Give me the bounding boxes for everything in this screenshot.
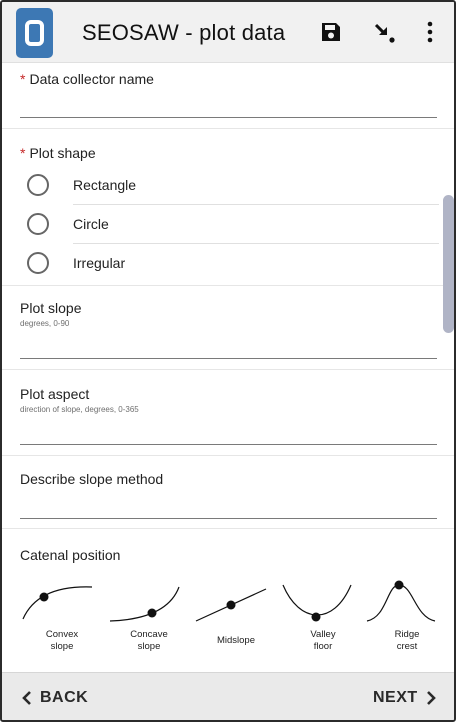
app-bar: SEOSAW - plot data bbox=[2, 2, 454, 63]
question-label: Plot slope bbox=[20, 300, 82, 316]
midslope-icon bbox=[195, 588, 267, 622]
catenal-option-ridge-crest[interactable]: Ridge crest bbox=[365, 579, 449, 655]
question-hint: direction of slope, degrees, 0-365 bbox=[20, 405, 139, 414]
question-slope-method: Describe slope method bbox=[2, 456, 454, 529]
jump-to-button[interactable] bbox=[368, 16, 400, 48]
next-button[interactable]: NEXT bbox=[373, 689, 436, 707]
question-data-collector: * Data collector name bbox=[2, 63, 454, 129]
catenal-label: Concave slope bbox=[130, 629, 168, 652]
radio-button[interactable] bbox=[27, 252, 49, 274]
next-label: NEXT bbox=[373, 689, 418, 706]
plot-slope-input[interactable] bbox=[20, 358, 437, 359]
chevron-right-icon bbox=[426, 691, 436, 705]
concave-slope-icon bbox=[109, 586, 180, 622]
catenal-option-concave-slope[interactable]: Concave slope bbox=[107, 579, 191, 655]
radio-option-rectangle[interactable]: Rectangle bbox=[2, 166, 454, 205]
jump-to-icon bbox=[374, 23, 395, 43]
save-icon bbox=[322, 23, 340, 41]
question-label: Describe slope method bbox=[20, 471, 164, 487]
catenal-label: Convex slope bbox=[45, 629, 79, 652]
slope-method-input[interactable] bbox=[20, 518, 437, 519]
question-hint: degrees, 0-90 bbox=[20, 319, 70, 328]
question-label: Plot aspect bbox=[20, 386, 90, 402]
data-collector-input[interactable] bbox=[20, 117, 437, 118]
catenal-option-valley-floor[interactable]: Valley floor bbox=[281, 579, 365, 655]
catenal-position-options: Convex slope Concave slope Midslope Vall… bbox=[20, 579, 437, 655]
question-plot-aspect: Plot aspect direction of slope, degrees,… bbox=[2, 370, 454, 456]
catenal-option-convex-slope[interactable]: Convex slope bbox=[20, 579, 104, 655]
valley-floor-icon bbox=[282, 584, 352, 622]
app-title: SEOSAW - plot data bbox=[82, 20, 286, 45]
plot-aspect-input[interactable] bbox=[20, 444, 437, 445]
radio-option-circle[interactable]: Circle bbox=[2, 205, 454, 244]
radio-label: Rectangle bbox=[73, 177, 137, 193]
radio-label: Circle bbox=[73, 216, 109, 232]
catenal-label: Ridge crest bbox=[394, 629, 420, 652]
required-marker: * bbox=[20, 71, 26, 87]
catenal-label: Midslope bbox=[216, 635, 256, 646]
convex-slope-icon bbox=[22, 586, 93, 620]
required-marker: * bbox=[20, 145, 26, 161]
question-plot-shape: * Plot shape Rectangle Circle Irregular bbox=[2, 129, 454, 286]
back-label: BACK bbox=[40, 689, 89, 706]
question-label: * Data collector name bbox=[20, 71, 154, 87]
question-label: * Plot shape bbox=[20, 145, 96, 161]
catenal-option-midslope[interactable]: Midslope bbox=[194, 579, 278, 655]
save-button[interactable] bbox=[315, 16, 347, 48]
app-logo-icon bbox=[16, 8, 53, 58]
back-button[interactable]: BACK bbox=[22, 689, 88, 707]
catenal-label: Valley floor bbox=[310, 629, 336, 652]
vertical-scrollbar[interactable] bbox=[443, 195, 454, 333]
radio-button[interactable] bbox=[27, 213, 49, 235]
more-options-button[interactable] bbox=[414, 16, 446, 48]
more-vert-icon bbox=[427, 21, 433, 43]
phone-frame: SEOSAW - plot data * Data collector name… bbox=[0, 0, 456, 722]
radio-button[interactable] bbox=[27, 174, 49, 196]
chevron-left-icon bbox=[22, 691, 31, 705]
radio-label: Irregular bbox=[73, 255, 126, 271]
question-plot-slope: Plot slope degrees, 0-90 bbox=[2, 286, 454, 370]
form-content[interactable]: * Data collector name * Plot shape Rectang… bbox=[2, 63, 454, 672]
ridge-crest-icon bbox=[366, 580, 436, 622]
radio-option-irregular[interactable]: Irregular bbox=[2, 244, 454, 283]
question-label: Catenal position bbox=[20, 547, 121, 563]
bottom-navigation: BACK NEXT bbox=[2, 672, 454, 720]
